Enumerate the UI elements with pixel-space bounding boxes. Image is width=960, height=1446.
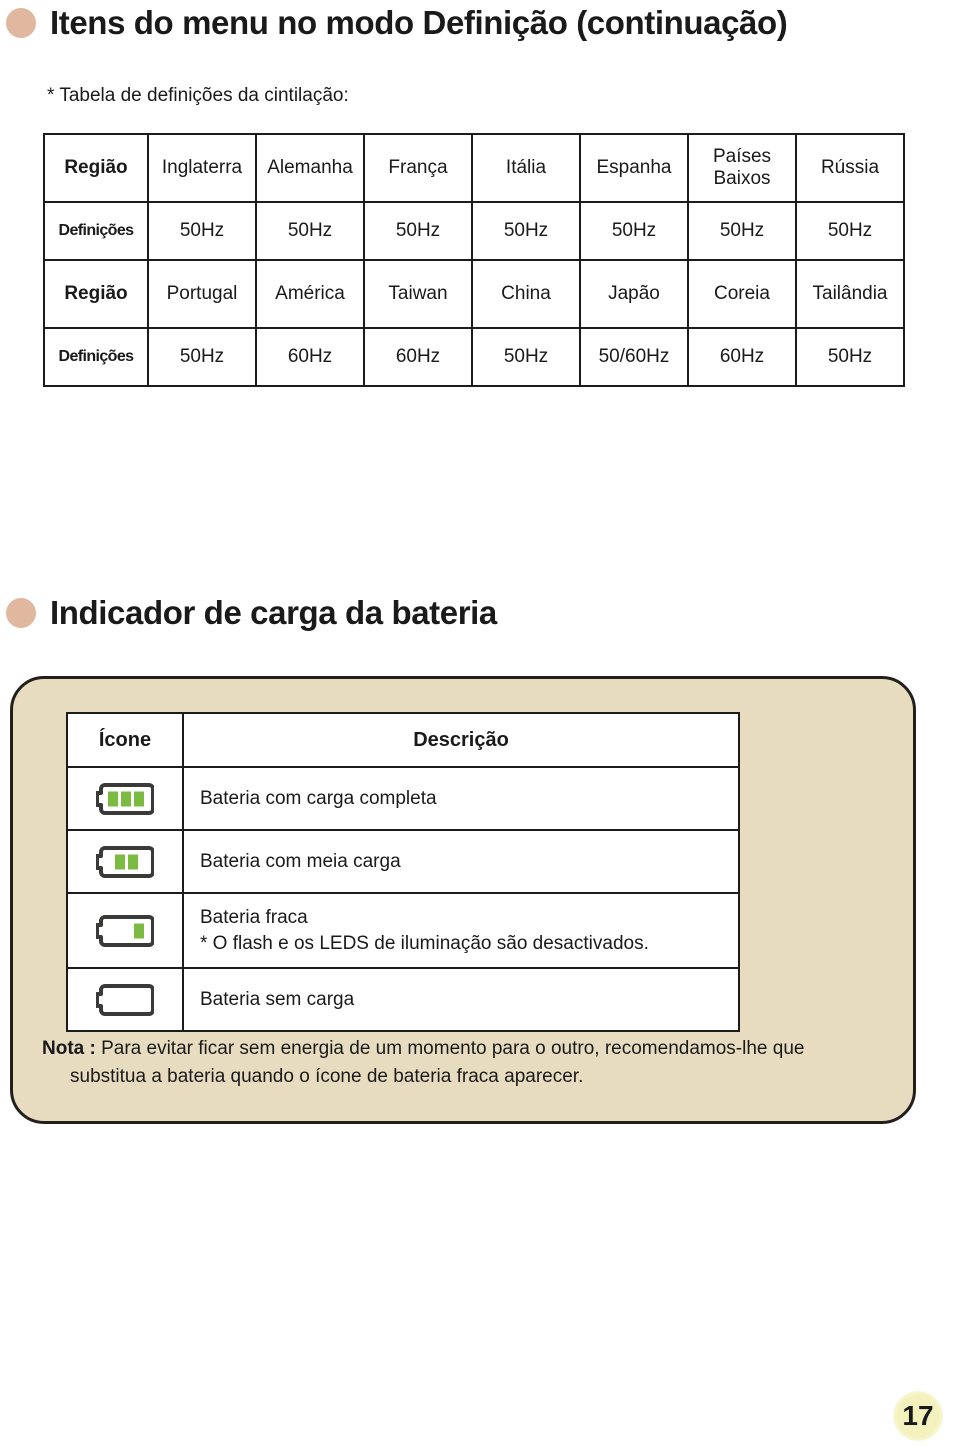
table-cell: 50Hz (471, 201, 581, 261)
round-bullet-icon (6, 597, 36, 628)
table-cell: China (471, 259, 581, 329)
table-row: Bateria fraca * O flash e os LEDS de ilu… (66, 892, 740, 969)
table-cell: Inglaterra (147, 133, 257, 203)
table-cell: Coreia (687, 259, 797, 329)
table-row: Região Inglaterra Alemanha França Itália… (43, 133, 905, 203)
table-cell: Rússia (795, 133, 905, 203)
table-cell: 50Hz (147, 327, 257, 387)
table-cell: 50Hz (579, 201, 689, 261)
battery-icon-cell (66, 892, 184, 969)
table-cell: Espanha (579, 133, 689, 203)
table-cell: 50Hz (687, 201, 797, 261)
battery-description-line2: * O flash e os LEDS de iluminação são de… (200, 932, 649, 954)
battery-description-line1: Bateria fraca (200, 907, 308, 929)
table-cell: 50Hz (363, 201, 473, 261)
note-line2: substitua a bateria quando o ícone de ba… (70, 1065, 584, 1087)
note-label: Nota : (42, 1038, 96, 1059)
table-cell: Países Baixos (687, 133, 797, 203)
battery-icon-cell (66, 766, 184, 831)
round-bullet-icon (6, 7, 36, 38)
table-cell: 60Hz (363, 327, 473, 387)
table-cell: 50Hz (255, 201, 365, 261)
battery-half-icon (95, 845, 155, 879)
battery-empty-icon (95, 983, 155, 1017)
table-cell: Japão (579, 259, 689, 329)
table-row: Bateria com meia carga (66, 829, 740, 894)
table-cell: Itália (471, 133, 581, 203)
row-label: Região (43, 133, 149, 203)
table-cell: França (363, 133, 473, 203)
table-cell: Tailândia (795, 259, 905, 329)
section-title-battery: Indicador de carga da bateria (6, 594, 497, 631)
page-number: 17 (893, 1391, 943, 1441)
row-label: Definições (43, 201, 149, 261)
flicker-table-caption: * Tabela de definições da cintilação: (47, 85, 349, 106)
battery-low-icon (95, 914, 155, 948)
note-line1: Para evitar ficar sem energia de um mome… (95, 1038, 805, 1059)
table-row: Definições 50Hz 60Hz 60Hz 50Hz 50/60Hz 6… (43, 327, 905, 387)
table-cell: América (255, 259, 365, 329)
table-cell: 60Hz (255, 327, 365, 387)
table-cell: Portugal (147, 259, 257, 329)
table-cell: 50Hz (795, 327, 905, 387)
battery-description-cell: Bateria fraca * O flash e os LEDS de ilu… (182, 892, 740, 969)
table-row: Definições 50Hz 50Hz 50Hz 50Hz 50Hz 50Hz… (43, 201, 905, 261)
battery-icon-cell (66, 829, 184, 894)
table-cell: 50Hz (795, 201, 905, 261)
table-cell: 60Hz (687, 327, 797, 387)
page-title: Itens do menu no modo Definição (continu… (6, 4, 788, 41)
table-row: Bateria com carga completa (66, 766, 740, 831)
table-cell: Alemanha (255, 133, 365, 203)
row-label: Região (43, 259, 149, 329)
battery-description-cell: Bateria com carga completa (182, 766, 740, 831)
page-title-text: Itens do menu no modo Definição (continu… (50, 4, 788, 41)
battery-full-icon (95, 782, 155, 816)
table-cell: 50/60Hz (579, 327, 689, 387)
battery-description-cell: Bateria com meia carga (182, 829, 740, 894)
section-title-text: Indicador de carga da bateria (50, 594, 497, 631)
table-cell: 50Hz (147, 201, 257, 261)
row-label: Definições (43, 327, 149, 387)
column-header-icon: Ícone (66, 712, 184, 768)
battery-indicator-table: Ícone Descrição Bateria com carga comple… (66, 712, 740, 1032)
column-header-description: Descrição (182, 712, 740, 768)
table-header-row: Ícone Descrição (66, 712, 740, 768)
note-text: Nota : Para evitar ficar sem energia de … (42, 1035, 898, 1090)
table-cell: 50Hz (471, 327, 581, 387)
table-row: Bateria sem carga (66, 967, 740, 1032)
flicker-settings-table: Região Inglaterra Alemanha França Itália… (43, 133, 905, 387)
table-cell: Taiwan (363, 259, 473, 329)
table-row: Região Portugal América Taiwan China Jap… (43, 259, 905, 329)
battery-icon-cell (66, 967, 184, 1032)
battery-description-cell: Bateria sem carga (182, 967, 740, 1032)
